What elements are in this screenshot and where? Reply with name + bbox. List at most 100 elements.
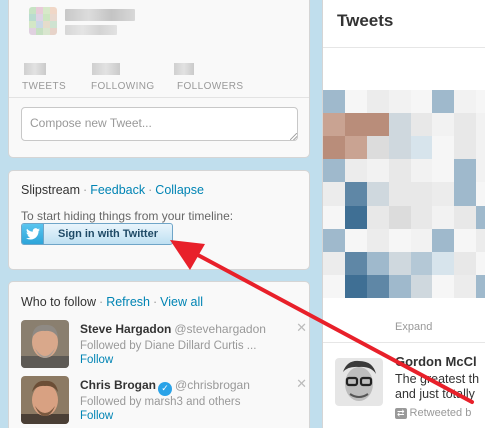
pixel-block [366, 205, 389, 229]
retweeted-by-line: ⇄ Retweeted b [395, 407, 471, 419]
pixel-block [410, 205, 433, 229]
pixel-block [432, 136, 455, 160]
who-to-follow-card: Who to follow · Refresh · View all Steve Har… [8, 281, 310, 428]
pixel-block [432, 159, 455, 183]
suggestion-handle[interactable]: @chrisbrogan [175, 378, 250, 392]
pixel-block [344, 251, 367, 275]
pixel-block [432, 113, 455, 137]
avatar[interactable] [21, 376, 69, 424]
pixel-block [476, 136, 485, 160]
following-count-blurred [92, 63, 120, 75]
pixel-block [323, 90, 345, 114]
profile-card: TWEETS FOLLOWING FOLLOWERS [8, 0, 310, 158]
pixel-block [476, 274, 485, 298]
pixel-block [388, 182, 411, 206]
pixel-block [323, 113, 345, 137]
pixel-block [366, 159, 389, 183]
profile-divider [9, 97, 309, 98]
pixel-block [454, 90, 477, 114]
pixel-block [454, 182, 477, 206]
pixel-block [410, 90, 433, 114]
refresh-link[interactable]: Refresh [106, 295, 150, 309]
sign-in-with-twitter-button[interactable]: Sign in with Twitter [21, 223, 173, 245]
pixel-block [432, 205, 455, 229]
pixel-block [410, 251, 433, 275]
separator-dot: · [152, 295, 158, 309]
pixel-block [388, 136, 411, 160]
twitter-bird-icon [22, 224, 44, 244]
pixel-block [344, 113, 367, 137]
follow-button[interactable]: Follow [80, 354, 113, 366]
pixel-block [432, 251, 455, 275]
pixel-block [476, 205, 485, 229]
pixel-block [366, 136, 389, 160]
tweet-avatar[interactable] [335, 358, 383, 406]
pixel-block [454, 274, 477, 298]
expand-link[interactable]: Expand [395, 321, 432, 333]
tweet-author-name[interactable]: Gordon McCl [395, 354, 477, 369]
pixel-block [454, 228, 477, 252]
pixel-block [388, 159, 411, 183]
pixel-block [454, 136, 477, 160]
pixel-block [388, 205, 411, 229]
compose-tweet-input[interactable] [21, 107, 298, 141]
pixel-block [388, 90, 411, 114]
pixelated-tweet-area [323, 90, 485, 298]
retweeted-by-text[interactable]: Retweeted b [410, 407, 472, 419]
suggestion-name-line: Steve Hargadon @stevehargadon [80, 322, 266, 336]
slipstream-header: Slipstream · Feedback · Collapse [21, 183, 204, 197]
suggestion-name[interactable]: Steve Hargadon [80, 322, 171, 336]
avatar[interactable] [21, 320, 69, 368]
separator-dot: · [99, 295, 104, 309]
follow-button[interactable]: Follow [80, 410, 113, 422]
pixel-block [476, 228, 485, 252]
followed-by-text: Followed by marsh3 and others [80, 396, 241, 408]
profile-avatar[interactable] [29, 7, 57, 35]
pixel-block [344, 159, 367, 183]
tweets-header-divider [323, 47, 485, 48]
followers-stat-label[interactable]: FOLLOWERS [177, 81, 243, 92]
pixel-block [323, 182, 345, 206]
tweets-stat-label[interactable]: TWEETS [22, 81, 66, 92]
pixel-block [344, 274, 367, 298]
tweets-panel: Tweets Expand Gordon McCl The greatest t… [322, 0, 485, 428]
pixel-block [323, 251, 345, 275]
pixel-block [454, 113, 477, 137]
resize-grip-icon[interactable] [290, 133, 297, 140]
pixel-block [323, 159, 345, 183]
pixel-block [366, 113, 389, 137]
pixel-block [366, 228, 389, 252]
pixel-block [366, 274, 389, 298]
profile-name-blurred[interactable] [65, 9, 135, 21]
slipstream-title: Slipstream [21, 183, 81, 197]
pixel-block [454, 205, 477, 229]
pixel-block [410, 136, 433, 160]
suggestion-item: Chris Brogan ✓ @chrisbrogan Followed by ma… [21, 376, 307, 426]
separator-dot: · [148, 183, 153, 197]
view-all-link[interactable]: View all [160, 295, 203, 309]
tweets-count-blurred [24, 63, 46, 75]
pixel-block [410, 159, 433, 183]
pixel-block [323, 274, 345, 298]
slipstream-card: Slipstream · Feedback · Collapse To start hi… [8, 170, 310, 270]
pixel-block [454, 159, 477, 183]
suggestion-name[interactable]: Chris Brogan [80, 378, 156, 392]
pixel-block [432, 90, 455, 114]
following-stat-label[interactable]: FOLLOWING [91, 81, 155, 92]
pixel-block [323, 228, 345, 252]
close-icon[interactable]: ✕ [296, 376, 307, 392]
close-icon[interactable]: ✕ [296, 320, 307, 336]
pixel-block [344, 136, 367, 160]
pixel-block [476, 182, 485, 206]
pixel-block [344, 90, 367, 114]
pixel-block [366, 251, 389, 275]
separator-dot: · [83, 183, 88, 197]
suggestion-handle[interactable]: @stevehargadon [174, 322, 266, 336]
feedback-link[interactable]: Feedback [90, 183, 145, 197]
verified-badge-icon: ✓ [158, 381, 173, 396]
retweet-icon: ⇄ [395, 408, 407, 419]
pixel-block [366, 90, 389, 114]
tweet-text-line: The greatest th [395, 372, 480, 386]
pixel-block [344, 182, 367, 206]
collapse-link[interactable]: Collapse [155, 183, 204, 197]
